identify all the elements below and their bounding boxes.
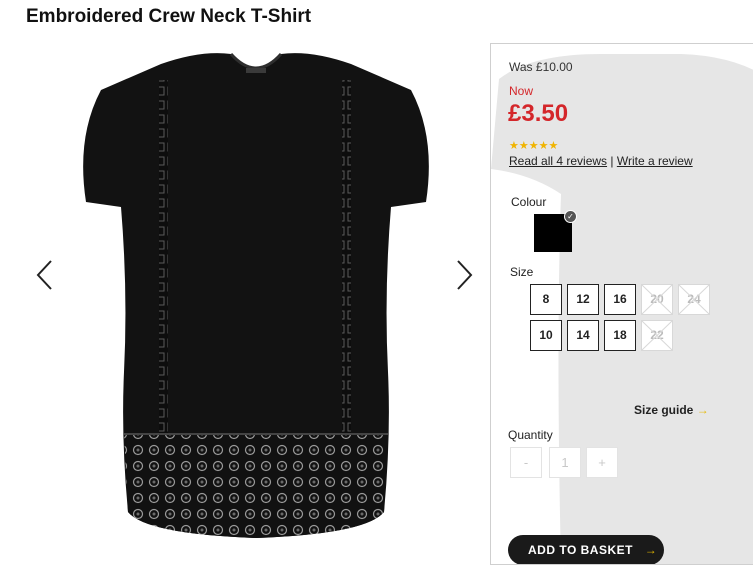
- size-option-22-unavailable: 22: [641, 320, 673, 351]
- add-to-basket-label: ADD TO BASKET: [528, 543, 633, 557]
- colour-swatch-black[interactable]: ✓: [534, 210, 577, 252]
- next-image-button[interactable]: [447, 257, 477, 293]
- reviews-links: Read all 4 reviews | Write a review: [509, 154, 693, 168]
- arrow-right-icon: →: [644, 543, 658, 557]
- product-image-gallery: [26, 42, 486, 558]
- size-label: Size: [510, 265, 534, 279]
- size-option-18[interactable]: 18: [604, 320, 636, 351]
- quantity-input[interactable]: 1: [549, 447, 581, 478]
- arrow-right-icon: →: [696, 403, 709, 417]
- star-rating: ★★★★★: [509, 140, 559, 152]
- size-guide-link[interactable]: Size guide →: [634, 403, 709, 417]
- previous-image-button[interactable]: [32, 257, 62, 293]
- now-label: Now: [509, 84, 534, 98]
- size-option-24-unavailable: 24: [678, 284, 710, 315]
- reviews-separator: |: [607, 154, 617, 168]
- chevron-right-icon: [457, 260, 473, 290]
- chevron-left-icon: [36, 260, 52, 290]
- size-option-14[interactable]: 14: [567, 320, 599, 351]
- add-to-basket-button[interactable]: ADD TO BASKET →: [508, 535, 664, 564]
- write-review-link[interactable]: Write a review: [617, 154, 693, 168]
- size-option-12[interactable]: 12: [567, 284, 599, 315]
- size-option-10[interactable]: 10: [530, 320, 562, 351]
- colour-label: Colour: [511, 195, 547, 209]
- check-icon: ✓: [564, 210, 577, 223]
- quantity-decrease-button[interactable]: -: [510, 447, 542, 478]
- was-price: Was £10.00: [509, 60, 573, 74]
- size-option-8[interactable]: 8: [530, 284, 562, 315]
- read-reviews-link[interactable]: Read all 4 reviews: [509, 154, 607, 168]
- size-option-16[interactable]: 16: [604, 284, 636, 315]
- current-price: £3.50: [508, 100, 569, 127]
- product-title: Embroidered Crew Neck T-Shirt: [26, 6, 312, 27]
- quantity-increase-button[interactable]: +: [586, 447, 618, 478]
- size-guide-label: Size guide: [634, 403, 694, 417]
- product-image: [83, 52, 429, 538]
- product-details-panel: Was £10.00 Now £3.50 ★★★★★ Read all 4 re…: [490, 43, 753, 565]
- quantity-label: Quantity: [508, 428, 553, 442]
- size-option-20-unavailable: 20: [641, 284, 673, 315]
